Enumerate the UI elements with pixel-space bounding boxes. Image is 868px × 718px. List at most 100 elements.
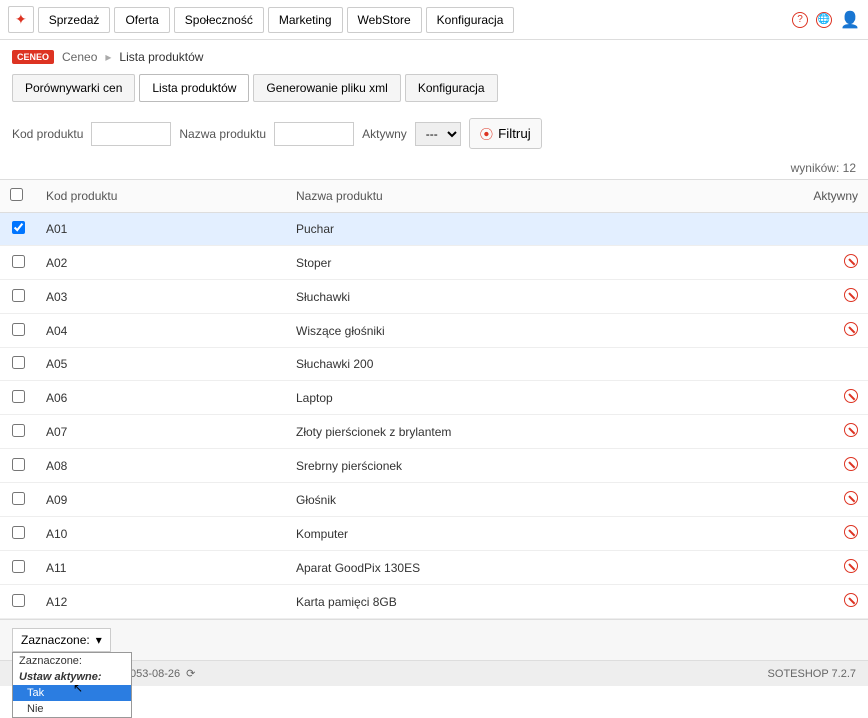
inactive-icon[interactable]: [844, 525, 858, 539]
filter-button-label: Filtruj: [498, 126, 531, 141]
nav-webstore[interactable]: WebStore: [347, 7, 422, 33]
table-row[interactable]: A09Głośnik: [0, 483, 868, 517]
row-checkbox[interactable]: [12, 526, 25, 539]
row-name: Karta pamięci 8GB: [286, 585, 803, 619]
name-label: Nazwa produktu: [179, 127, 266, 141]
row-name: Stoper: [286, 246, 803, 280]
inactive-icon[interactable]: [844, 491, 858, 505]
row-checkbox[interactable]: [12, 560, 25, 573]
table-row[interactable]: A04Wiszące głośniki: [0, 314, 868, 348]
table-row[interactable]: A12Karta pamięci 8GB: [0, 585, 868, 619]
table-row[interactable]: A08Srebrny pierścionek: [0, 449, 868, 483]
filter-bar: Kod produktu Nazwa produktu Aktywny --- …: [0, 110, 868, 157]
table-row[interactable]: A10Komputer: [0, 517, 868, 551]
logo-button[interactable]: ✦: [8, 6, 34, 33]
inactive-icon[interactable]: [844, 254, 858, 268]
filter-button[interactable]: ⦿ Filtruj: [469, 118, 542, 149]
row-checkbox[interactable]: [12, 594, 25, 607]
row-code: A12: [36, 585, 286, 619]
results-count: wyników: 12: [0, 157, 868, 179]
header-code[interactable]: Kod produktu: [36, 180, 286, 213]
inactive-icon[interactable]: [844, 288, 858, 302]
code-input[interactable]: [91, 122, 171, 146]
table-row[interactable]: A11Aparat GoodPix 130ES: [0, 551, 868, 585]
row-code: A05: [36, 348, 286, 381]
row-checkbox[interactable]: [12, 492, 25, 505]
table-row[interactable]: A03Słuchawki: [0, 280, 868, 314]
row-code: A08: [36, 449, 286, 483]
inactive-icon[interactable]: [844, 423, 858, 437]
active-label: Aktywny: [362, 127, 407, 141]
row-checkbox[interactable]: [12, 255, 25, 268]
help-icon[interactable]: ?: [792, 12, 808, 28]
tabs: Porównywarki cen Lista produktów Generow…: [0, 74, 868, 110]
menu-option-nie[interactable]: Nie: [13, 701, 131, 717]
table-row[interactable]: A05Słuchawki 200: [0, 348, 868, 381]
nav-marketing[interactable]: Marketing: [268, 7, 343, 33]
row-checkbox[interactable]: [12, 221, 25, 234]
table-row[interactable]: A07Złoty pierścionek z brylantem: [0, 415, 868, 449]
table-row[interactable]: A06Laptop: [0, 381, 868, 415]
ceneo-badge: CENEO: [12, 50, 54, 64]
table-row[interactable]: A02Stoper: [0, 246, 868, 280]
header-active[interactable]: Aktywny: [803, 180, 868, 213]
menu-subheader: Ustaw aktywne:: [13, 669, 131, 685]
refresh-icon[interactable]: ⟳: [186, 667, 195, 680]
inactive-icon[interactable]: [844, 559, 858, 573]
nav-spolecznosc[interactable]: Społeczność: [174, 7, 264, 33]
bulk-dropdown-button[interactable]: Zaznaczone: ▾: [12, 628, 111, 652]
tab-konfiguracja[interactable]: Konfiguracja: [405, 74, 498, 102]
row-name: Laptop: [286, 381, 803, 415]
inactive-icon[interactable]: [844, 322, 858, 336]
products-table: Kod produktu Nazwa produktu Aktywny A01P…: [0, 179, 868, 619]
row-code: A07: [36, 415, 286, 449]
user-icon[interactable]: 👤: [840, 10, 860, 30]
top-navbar: ✦ Sprzedaż Oferta Społeczność Marketing …: [0, 0, 868, 40]
tab-lista-produktow[interactable]: Lista produktów: [139, 74, 249, 102]
nav-oferta[interactable]: Oferta: [114, 7, 169, 33]
bulk-action-bar: Zaznaczone: ▾ Zaznaczone: Ustaw aktywne:…: [0, 619, 868, 660]
row-code: A06: [36, 381, 286, 415]
tab-porownywarki[interactable]: Porównywarki cen: [12, 74, 135, 102]
breadcrumb-current: Lista produktów: [119, 50, 203, 64]
row-name: Złoty pierścionek z brylantem: [286, 415, 803, 449]
select-all-checkbox[interactable]: [10, 188, 23, 201]
row-code: A01: [36, 213, 286, 246]
breadcrumb: CENEO Ceneo ▸ Lista produktów: [0, 40, 868, 74]
row-code: A03: [36, 280, 286, 314]
row-checkbox[interactable]: [12, 289, 25, 302]
search-icon: ⦿: [480, 124, 493, 143]
row-checkbox[interactable]: [12, 323, 25, 336]
row-checkbox[interactable]: [12, 390, 25, 403]
inactive-icon[interactable]: [844, 457, 858, 471]
tab-generowanie-xml[interactable]: Generowanie pliku xml: [253, 74, 400, 102]
row-name: Puchar: [286, 213, 803, 246]
table-row[interactable]: A01Puchar: [0, 213, 868, 246]
row-code: A10: [36, 517, 286, 551]
globe-icon[interactable]: 🌐: [816, 12, 832, 28]
row-checkbox[interactable]: [12, 356, 25, 369]
row-name: Wiszące głośniki: [286, 314, 803, 348]
row-checkbox[interactable]: [12, 458, 25, 471]
version-label: SOTESHOP 7.2.7: [768, 668, 856, 680]
menu-option-tak[interactable]: Tak: [13, 685, 131, 701]
menu-header: Zaznaczone:: [13, 653, 131, 669]
breadcrumb-root[interactable]: Ceneo: [62, 50, 97, 64]
row-name: Słuchawki: [286, 280, 803, 314]
inactive-icon[interactable]: [844, 389, 858, 403]
row-code: A02: [36, 246, 286, 280]
bulk-dropdown-menu: Zaznaczone: Ustaw aktywne: Tak Nie ↖: [12, 652, 132, 718]
nav-sprzedaz[interactable]: Sprzedaż: [38, 7, 111, 33]
row-code: A11: [36, 551, 286, 585]
logo-icon: ✦: [15, 11, 27, 27]
active-select[interactable]: ---: [415, 122, 461, 146]
name-input[interactable]: [274, 122, 354, 146]
row-checkbox[interactable]: [12, 424, 25, 437]
cursor-icon: ↖: [73, 681, 83, 695]
row-name: Słuchawki 200: [286, 348, 803, 381]
breadcrumb-separator: ▸: [105, 50, 111, 64]
header-name[interactable]: Nazwa produktu: [286, 180, 803, 213]
inactive-icon[interactable]: [844, 593, 858, 607]
nav-konfiguracja[interactable]: Konfiguracja: [426, 7, 515, 33]
row-code: A09: [36, 483, 286, 517]
